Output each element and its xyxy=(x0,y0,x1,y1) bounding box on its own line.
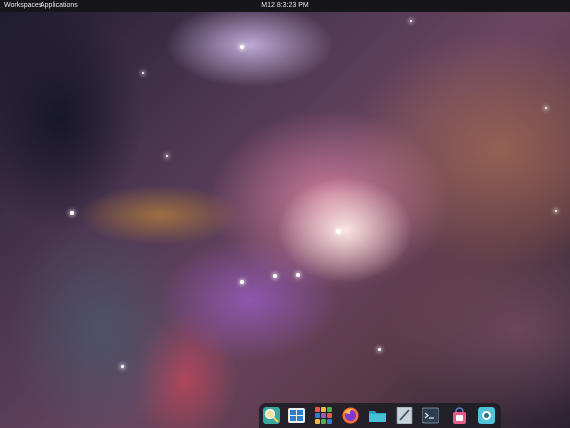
star xyxy=(240,45,244,49)
star xyxy=(70,211,74,215)
star xyxy=(336,229,341,234)
star xyxy=(296,273,300,277)
desktop-wallpaper: M12 8:3:23 PM Workspaces Applications xyxy=(0,0,570,428)
window-manager-icon[interactable] xyxy=(288,407,305,424)
applications-button[interactable]: Applications xyxy=(40,0,78,12)
top-panel: M12 8:3:23 PM Workspaces Applications xyxy=(0,0,570,12)
dock xyxy=(259,403,501,428)
star xyxy=(240,280,244,284)
firefox-icon[interactable] xyxy=(342,407,359,424)
text-editor-icon[interactable] xyxy=(396,407,413,424)
star xyxy=(121,365,124,368)
software-store-icon[interactable] xyxy=(451,407,468,424)
files-folder-icon[interactable] xyxy=(369,407,386,424)
star xyxy=(166,155,168,157)
star xyxy=(273,274,277,278)
settings-camera-icon[interactable] xyxy=(478,407,495,424)
star xyxy=(410,20,412,22)
star xyxy=(142,72,144,74)
workspaces-button[interactable]: Workspaces xyxy=(4,0,42,12)
star xyxy=(378,348,381,351)
clock[interactable]: M12 8:3:23 PM xyxy=(0,0,570,12)
star xyxy=(555,210,557,212)
terminal-icon[interactable] xyxy=(422,407,439,424)
app-grid-icon[interactable] xyxy=(315,407,332,424)
star xyxy=(545,107,547,109)
magnifier-app-icon[interactable] xyxy=(263,407,280,424)
